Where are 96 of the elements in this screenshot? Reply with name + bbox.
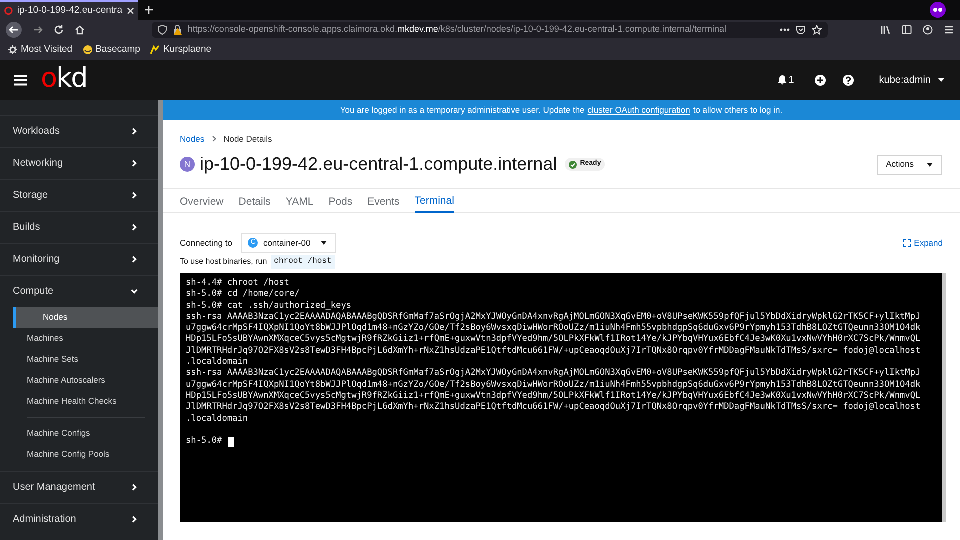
chevron-right-icon	[131, 256, 138, 263]
shield-icon	[158, 25, 167, 35]
oauth-link[interactable]: cluster OAuth configuration	[588, 104, 690, 116]
bookmark[interactable]: Kursplaene	[150, 42, 212, 58]
chevron-right-icon	[212, 136, 217, 142]
address-bar[interactable]: https://console-openshift-console.apps.claimora.okd.mkdev.me/k8s/cluster/nodes/ip-10-0-199-42.eu-central-1.compute.internal/terminal	[152, 22, 828, 38]
code-snippet: chroot /host	[271, 255, 335, 269]
nav-item[interactable]: Nodes	[13, 307, 158, 328]
nav-section[interactable]: Administration	[0, 504, 158, 535]
nav-section[interactable]: Compute	[0, 276, 158, 307]
caret-icon	[927, 162, 933, 166]
nav-item[interactable]: Machine Sets	[0, 349, 158, 370]
breadcrumb-current: Node Details	[224, 132, 272, 146]
nav-item[interactable]: Machine Config Pools	[0, 444, 158, 465]
bell-icon	[778, 75, 787, 85]
nav-section[interactable]: Monitoring	[0, 244, 158, 275]
back-icon[interactable]	[6, 22, 22, 38]
terminal-line: sh-5.0# cat .ssh/authorized_keys	[186, 300, 353, 312]
nav-item[interactable]: Machines	[0, 328, 158, 349]
plus-circle-icon[interactable]	[815, 74, 826, 86]
chevron-right-icon	[131, 160, 138, 167]
nav-item[interactable]: Machine Autoscalers	[0, 370, 158, 391]
terminal-line: u7ggw64crMpSF4IQXpNI1QoYt8bWJJPlOqd1m48+nGzYZo/GOe/Tf2sBoy6WvsxqDiwHWorROoUZz/m1iuNh4Fmh55vpbhdgpSq6duGxv6P9rYpmyh153TdhB8LOZtGTQeunn33OM1O4dk	[186, 380, 922, 391]
bookmark[interactable]: Basecamp	[82, 42, 140, 58]
nav-section[interactable]: Networking	[0, 148, 158, 179]
close-icon[interactable]	[126, 7, 134, 15]
sidebar-icon[interactable]	[902, 25, 912, 35]
hint-text: To use host binaries, run	[180, 256, 268, 268]
chevron-right-icon	[131, 484, 138, 491]
menu-icon[interactable]	[944, 25, 954, 35]
chevron-right-icon	[131, 516, 138, 523]
terminal-line: sh-5.0# cd /home/core/	[186, 289, 301, 301]
terminal-line: JlDMRTRHdrJq97O2FX8sV2s8TewD3FH4BpcPjL6dXmYh+rNxZ1hsUdzaPE1QtftdMcu661FW/+upCeaoqdOuXj7IrTQNx8Orqpv0YfrMDDagFMauNkTdTMsS/sxrc= fodoj@localhost	[186, 346, 922, 357]
connecting-label: Connecting to	[180, 236, 232, 250]
tab[interactable]: YAML	[286, 189, 314, 213]
chevron-right-icon	[131, 224, 138, 231]
terminal-line: u7ggw64crMpSF4IQXpNI1QoYt8bWJJPlOqd1m48+nGzYZo/GOe/Tf2sBoy6WvsxqDiwHWorROoUZz/m1iuNh4Fmh55vpbhdgpSq6duGxv6P9rYpmyh153TdhB8LOZtGTQeunn33OM1O4dk	[186, 323, 922, 334]
chevron-right-icon	[131, 192, 138, 199]
terminal-line: .localdomain	[186, 357, 250, 368]
pocket-icon[interactable]	[796, 25, 806, 35]
node-badge: N	[180, 157, 195, 172]
terminal-line: HDp15LFo5sUBYAwnXMXqceC5vys5cMgtwjR9fRZkGiiz1+rfQmE+guxwVtn3dpfVYed9hm/5OLPkXFkWlf1IRot14Ye/kJPYbqVHYux6EbfC4Je3wK0Xu1vxNwVYhH0rXC7ScPk/WnmvQL	[186, 334, 922, 346]
home-icon[interactable]	[74, 25, 85, 35]
okd-logo[interactable]: okd	[41, 64, 88, 92]
terminal-line: JlDMRTRHdrJq97O2FX8sV2s8TewD3FH4BpcPjL6dXmYh+rNxZ1hsUdzaPE1QtftdMcu661FW/+upCeaoqdOuXj7IrTQNx8Orqpv0YfrMDDagFMauNkTdTMsS/sxrc= fodoj@localhost	[186, 402, 922, 414]
tab-title: ip-10-0-199-42.eu-centra	[17, 4, 122, 18]
breadcrumb-link[interactable]: Nodes	[180, 132, 205, 146]
banner-text: to allow others to log in.	[693, 104, 783, 116]
expand-icon	[903, 239, 912, 247]
chevron-right-icon	[131, 128, 138, 135]
nav-item[interactable]: Machine Configs	[0, 423, 158, 444]
check-circle-icon	[569, 160, 578, 168]
expand-button[interactable]: Expand	[903, 236, 943, 250]
tab[interactable]: Events	[368, 189, 400, 213]
chevron-down-icon	[131, 288, 138, 295]
lock-warning-icon	[172, 25, 182, 35]
nav-section[interactable]: Workloads	[0, 116, 158, 147]
node-name: ip-10-0-199-42.eu-central-1.compute.internal	[200, 153, 558, 176]
terminal-line: .localdomain	[186, 414, 250, 425]
terminal-prompt: sh-5.0#	[186, 436, 222, 448]
smiley-icon	[82, 45, 93, 55]
terminal-line: ssh-rsa AAAAB3NzaC1yc2EAAAADAQABAAABgQDSRfGmMaf7aSrOgjA2MxYJWOyGnDA4xnvRgAjMOLmGON3XqGvEM0+oV8UPseKWK559pfQFjul5YbDdXidryWpklG2rTK5CF+ylIktMpJ	[186, 312, 922, 323]
more-icon[interactable]	[780, 28, 790, 32]
new-tab-icon[interactable]	[144, 5, 154, 15]
account-icon[interactable]	[923, 25, 933, 35]
terminal-line: sh-4.4# chroot /host	[186, 278, 290, 290]
url-text: https://console-openshift-console.apps.claimora.okd.mkdev.me/k8s/cluster/nodes/ip-10-0-199-42.eu-central-1.compute.internal/terminal	[188, 23, 726, 36]
nav-section[interactable]: Builds	[0, 212, 158, 243]
tab[interactable]: Terminal	[414, 189, 454, 213]
actions-dropdown[interactable]: Actions	[877, 154, 942, 174]
terminal-line: HDp15LFo5sUBYAwnXMXqceC5vys5cMgtwjR9fRZkGiiz1+rfQmE+guxwVtn3dpfVYed9hm/5OLPkXFkWlf1IRot14Ye/kJPYbqVHYux6EbfC4Je3wK0Xu1vxNwVYhH0rXC7ScPk/WnmvQL	[186, 390, 922, 402]
library-icon[interactable]	[881, 25, 892, 35]
bookmark[interactable]: Most Visited	[8, 42, 73, 58]
terminal-line: ssh-rsa AAAAB3NzaC1yc2EAAAADAQABAAABgQDSRfGmMaf7aSrOgjA2MxYJWOyGnDA4xnvRgAjMOLmGON3XqGvEM0+oV8UPseKWK559pfQFjul5YbDdXidryWpklG2rTK5CF+ylIktMpJ	[186, 368, 922, 380]
page-icon	[4, 6, 14, 16]
nav-item[interactable]: Machine Health Checks	[0, 391, 158, 412]
star-icon[interactable]	[812, 25, 822, 35]
forward-icon[interactable]	[32, 25, 43, 35]
help-icon[interactable]	[843, 74, 854, 86]
notifications-button[interactable]: 1	[778, 72, 794, 88]
tab[interactable]: Details	[238, 189, 271, 213]
zigzag-icon	[150, 45, 160, 55]
caret-icon	[320, 241, 327, 245]
mask-icon[interactable]	[930, 2, 946, 18]
cursor	[228, 436, 234, 447]
nav-section[interactable]: User Management	[0, 472, 158, 503]
tab[interactable]: Pods	[328, 189, 353, 213]
terminal[interactable]	[180, 273, 942, 522]
caret-icon	[938, 78, 945, 82]
nav-section[interactable]: Storage	[0, 180, 158, 211]
reload-icon[interactable]	[54, 25, 64, 35]
user-menu[interactable]: kube:admin	[879, 72, 945, 88]
browser-tab[interactable]: ip-10-0-199-42.eu-centra	[0, 0, 138, 20]
gear-icon	[8, 45, 18, 55]
banner-text: You are logged in as a temporary administrative user. Update the	[340, 104, 585, 116]
tab[interactable]: Overview	[180, 189, 224, 213]
